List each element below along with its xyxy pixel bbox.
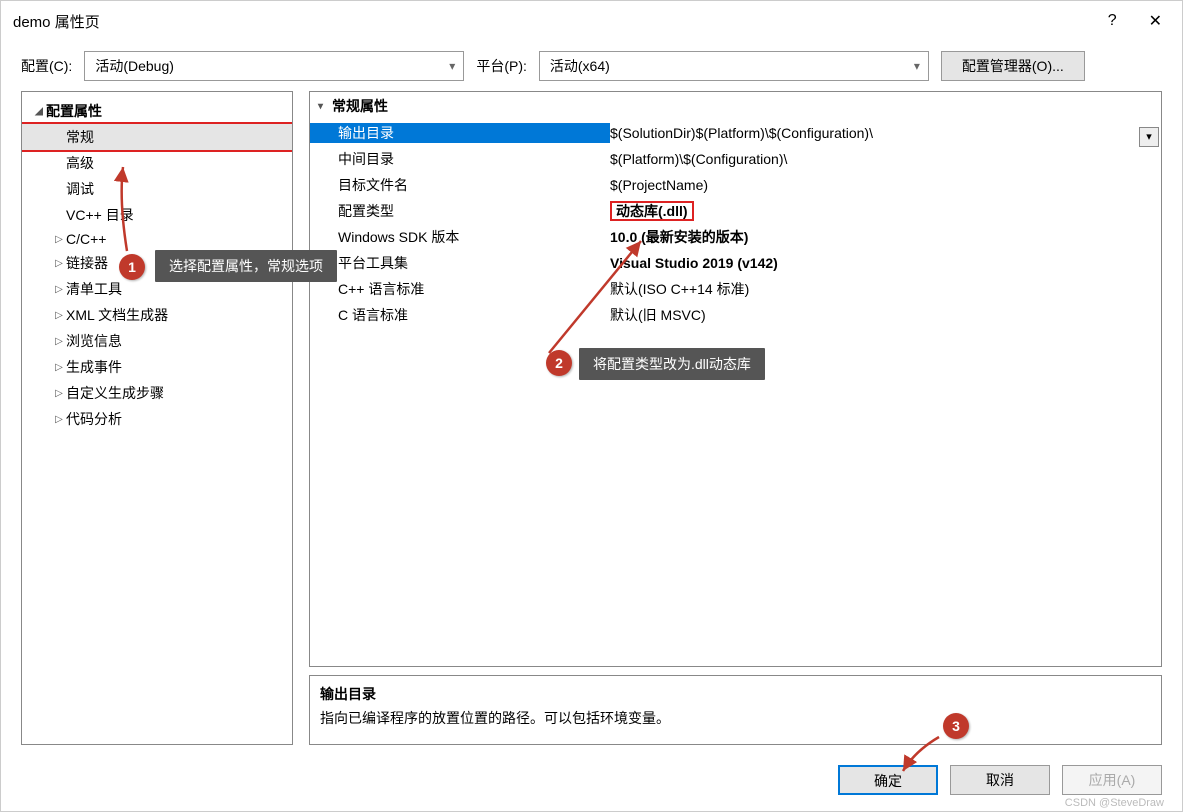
tree-item[interactable]: ▷浏览信息: [22, 328, 292, 354]
tree-item[interactable]: ▷代码分析: [22, 406, 292, 432]
property-name: 平台工具集: [310, 253, 610, 273]
window-title: demo 属性页: [13, 11, 1100, 32]
property-value[interactable]: 动态库(.dll): [610, 201, 1161, 221]
cancel-button[interactable]: 取消: [950, 765, 1050, 795]
tree-item-label: 浏览信息: [66, 331, 122, 351]
expand-icon[interactable]: ▷: [52, 284, 66, 295]
tree-item-label: 清单工具: [66, 279, 122, 299]
watermark: CSDN @SteveDraw: [1065, 797, 1164, 809]
expand-icon[interactable]: ▷: [52, 388, 66, 399]
tree-item-label: 调试: [66, 179, 94, 199]
config-manager-button[interactable]: 配置管理器(O)...: [941, 51, 1085, 81]
help-icon[interactable]: ?: [1100, 8, 1125, 34]
config-label: 配置(C):: [21, 56, 72, 76]
expand-icon[interactable]: ▷: [52, 310, 66, 321]
tree-item[interactable]: 高级: [22, 150, 292, 176]
tree-item-label: 高级: [66, 153, 94, 173]
property-row[interactable]: 中间目录$(Platform)\$(Configuration)\: [310, 146, 1161, 172]
property-row[interactable]: Windows SDK 版本10.0 (最新安装的版本): [310, 224, 1161, 250]
annotation-badge-2: 2: [546, 350, 572, 376]
tree-item-label: 生成事件: [66, 357, 122, 377]
expand-icon[interactable]: ▷: [52, 234, 66, 245]
tree-item[interactable]: 常规: [22, 124, 292, 150]
property-name: 目标文件名: [310, 175, 610, 195]
tree-item-label: 链接器: [66, 253, 108, 273]
ok-button[interactable]: 确定: [838, 765, 938, 795]
tree-item-label: 自定义生成步骤: [66, 383, 164, 403]
description-panel: 输出目录 指向已编译程序的放置位置的路径。可以包括环境变量。: [309, 675, 1162, 745]
annotation-badge-3: 3: [943, 713, 969, 739]
expand-icon[interactable]: ▷: [52, 362, 66, 373]
property-row[interactable]: 平台工具集Visual Studio 2019 (v142): [310, 250, 1161, 276]
property-value[interactable]: $(ProjectName): [610, 177, 1161, 193]
property-row[interactable]: C 语言标准默认(旧 MSVC): [310, 302, 1161, 328]
tree-item[interactable]: ▷自定义生成步骤: [22, 380, 292, 406]
tree-item-label: C/C++: [66, 231, 106, 247]
footer: 确定 取消 应用(A): [1, 755, 1182, 811]
property-row[interactable]: 配置类型动态库(.dll): [310, 198, 1161, 224]
tree-root-item[interactable]: ◢ 配置属性: [22, 98, 292, 124]
property-name: 配置类型: [310, 201, 610, 221]
tree-item[interactable]: 调试: [22, 176, 292, 202]
description-body: 指向已编译程序的放置位置的路径。可以包括环境变量。: [320, 708, 1151, 728]
annotation-callout-2: 将配置类型改为.dll动态库: [579, 348, 765, 380]
tree-item-label: XML 文档生成器: [66, 305, 168, 325]
tree-item[interactable]: ▷生成事件: [22, 354, 292, 380]
close-icon[interactable]: ✕: [1141, 7, 1170, 35]
description-title: 输出目录: [320, 684, 1151, 704]
collapse-icon[interactable]: ◢: [32, 106, 46, 117]
property-value[interactable]: $(Platform)\$(Configuration)\: [610, 151, 1161, 167]
tree-item-label: 代码分析: [66, 409, 122, 429]
property-name: C 语言标准: [310, 305, 610, 325]
tree-item[interactable]: ▷C/C++: [22, 228, 292, 250]
annotation-callout-1: 选择配置属性，常规选项: [155, 250, 337, 282]
property-row[interactable]: 输出目录$(SolutionDir)$(Platform)\$(Configur…: [310, 120, 1161, 146]
collapse-icon[interactable]: ▾: [318, 101, 332, 112]
property-name: 输出目录: [310, 123, 610, 143]
config-value: 活动(Debug): [95, 56, 174, 76]
dropdown-icon[interactable]: ▾: [1139, 127, 1159, 147]
apply-button[interactable]: 应用(A): [1062, 765, 1162, 795]
expand-icon[interactable]: ▷: [52, 258, 66, 269]
platform-combo[interactable]: 活动(x64): [539, 51, 929, 81]
property-value[interactable]: 默认(旧 MSVC): [610, 305, 1161, 325]
titlebar: demo 属性页 ? ✕: [1, 1, 1182, 41]
annotation-badge-1: 1: [119, 254, 145, 280]
platform-value: 活动(x64): [550, 56, 610, 76]
property-value[interactable]: 10.0 (最新安装的版本): [610, 227, 1161, 247]
property-name: C++ 语言标准: [310, 279, 610, 299]
tree-item-label: 常规: [66, 127, 94, 147]
property-row[interactable]: C++ 语言标准默认(ISO C++14 标准): [310, 276, 1161, 302]
tree-item-label: VC++ 目录: [66, 205, 134, 225]
config-tree[interactable]: ◢ 配置属性 常规高级调试VC++ 目录▷C/C++▷链接器▷清单工具▷XML …: [21, 91, 293, 745]
tree-item[interactable]: VC++ 目录: [22, 202, 292, 228]
expand-icon[interactable]: ▷: [52, 414, 66, 425]
platform-label: 平台(P):: [476, 56, 527, 76]
toolbar: 配置(C): 活动(Debug) 平台(P): 活动(x64) 配置管理器(O)…: [1, 41, 1182, 91]
property-name: Windows SDK 版本: [310, 227, 610, 247]
tree-item[interactable]: ▷XML 文档生成器: [22, 302, 292, 328]
expand-icon[interactable]: ▷: [52, 336, 66, 347]
property-value[interactable]: $(SolutionDir)$(Platform)\$(Configuratio…: [610, 125, 1161, 141]
grid-group-header[interactable]: ▾ 常规属性: [310, 92, 1161, 120]
property-row[interactable]: 目标文件名$(ProjectName): [310, 172, 1161, 198]
property-name: 中间目录: [310, 149, 610, 169]
config-combo[interactable]: 活动(Debug): [84, 51, 464, 81]
property-value[interactable]: 默认(ISO C++14 标准): [610, 279, 1161, 299]
property-value[interactable]: Visual Studio 2019 (v142): [610, 255, 1161, 271]
